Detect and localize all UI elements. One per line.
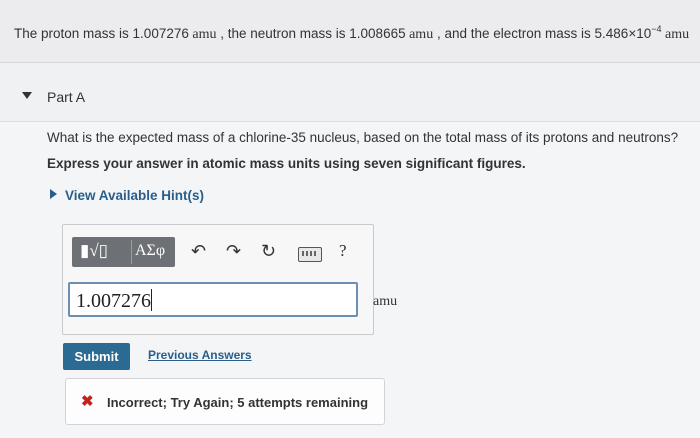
- problem-statement-bar: The proton mass is 1.007276 amu , the ne…: [0, 0, 700, 63]
- question-text: What is the expected mass of a chlorine-…: [47, 130, 679, 145]
- reset-icon[interactable]: ↻: [261, 241, 276, 262]
- proton-mass-value: 1.007276: [132, 26, 189, 41]
- collapse-caret-icon[interactable]: [22, 92, 32, 99]
- feedback-text: Incorrect; Try Again; 5 attempts remaini…: [107, 395, 369, 410]
- keyboard-icon[interactable]: [298, 247, 322, 262]
- intro-text: , the neutron mass is: [216, 26, 350, 41]
- greek-symbols-button[interactable]: ΑΣφ: [135, 242, 165, 260]
- view-hints-link[interactable]: View Available Hint(s): [50, 188, 204, 203]
- help-button[interactable]: ?: [339, 241, 347, 261]
- math-tool-group: ▮√▯ ΑΣφ: [72, 237, 175, 267]
- previous-answers-link[interactable]: Previous Answers: [148, 348, 252, 362]
- feedback-box: ✖ Incorrect; Try Again; 5 attempts remai…: [65, 378, 385, 425]
- neutron-mass-value: 1.008665: [349, 26, 406, 41]
- part-a-header[interactable]: Part A: [0, 63, 700, 122]
- undo-icon[interactable]: ↶: [191, 241, 206, 262]
- submit-button[interactable]: Submit: [63, 343, 130, 370]
- electron-mass-value: 5.486×10: [594, 26, 652, 41]
- hint-link-label: View Available Hint(s): [65, 188, 205, 203]
- intro-text: The proton mass is: [14, 26, 133, 41]
- answer-unit: amu: [373, 294, 398, 309]
- answer-input[interactable]: 1.007276: [68, 282, 358, 317]
- redo-icon[interactable]: ↷: [226, 241, 241, 262]
- expand-triangle-icon: [50, 189, 57, 199]
- text-cursor: [151, 289, 152, 311]
- intro-text: , and the electron mass is: [433, 26, 595, 41]
- electron-mass-exponent: −4: [651, 24, 662, 34]
- incorrect-x-icon: ✖: [81, 393, 94, 410]
- instruction-text: Express your answer in atomic mass units…: [47, 156, 526, 171]
- templates-icon[interactable]: ▮√▯: [80, 241, 108, 261]
- unit-amu: amu: [405, 27, 434, 42]
- unit-amu: amu: [188, 27, 217, 42]
- answer-input-value: 1.007276: [76, 290, 151, 312]
- toolbar-divider: [131, 240, 132, 264]
- unit-amu: amu: [661, 27, 690, 42]
- problem-statement: The proton mass is 1.007276 amu , the ne…: [14, 24, 689, 43]
- part-title: Part A: [47, 89, 86, 105]
